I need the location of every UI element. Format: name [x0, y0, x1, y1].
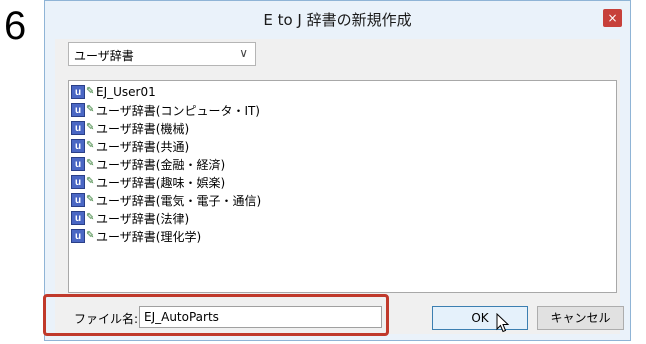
step-number: 6 — [4, 4, 27, 48]
list-item[interactable]: u ✎ ユーザ辞書(機械) — [71, 120, 189, 136]
file-name-input[interactable]: EJ_AutoParts — [139, 306, 382, 328]
file-name-label: ファイル名: — [74, 312, 139, 326]
list-item-label: ユーザ辞書(コンピュータ・IT) — [96, 103, 260, 118]
list-item[interactable]: u ✎ ユーザ辞書(金融・経済) — [71, 156, 225, 172]
dictionary-icon: u — [71, 175, 85, 189]
pencil-icon: ✎ — [86, 230, 95, 241]
dictionary-icon: u — [71, 85, 85, 99]
list-item-label: ユーザ辞書(法律) — [96, 211, 190, 226]
dictionary-type-value: ユーザ辞書 — [74, 49, 134, 63]
close-button[interactable]: × — [603, 9, 622, 27]
dialog-content: ユーザ辞書 ∨ u ✎ EJ_User01 u ✎ ユーザ辞書(コンピュータ・IT) u… — [55, 39, 620, 334]
pencil-icon: ✎ — [86, 104, 95, 115]
dictionary-icon: u — [71, 157, 85, 171]
list-item[interactable]: u ✎ ユーザ辞書(共通) — [71, 138, 189, 154]
pencil-icon: ✎ — [86, 212, 95, 223]
list-item[interactable]: u ✎ ユーザ辞書(法律) — [71, 210, 189, 226]
dictionary-icon: u — [71, 229, 85, 243]
pencil-icon: ✎ — [86, 194, 95, 205]
list-item-label: ユーザ辞書(金融・経済) — [96, 157, 226, 172]
dictionary-icon: u — [71, 121, 85, 135]
dictionary-type-select[interactable]: ユーザ辞書 ∨ — [68, 42, 256, 66]
list-item[interactable]: u ✎ EJ_User01 — [71, 84, 156, 100]
close-icon: × — [607, 11, 618, 25]
pencil-icon: ✎ — [86, 140, 95, 151]
list-item-label: ユーザ辞書(機械) — [96, 121, 190, 136]
list-item[interactable]: u ✎ ユーザ辞書(電気・電子・通信) — [71, 192, 261, 208]
cancel-button[interactable]: キャンセル — [537, 306, 624, 330]
list-item[interactable]: u ✎ ユーザ辞書(コンピュータ・IT) — [71, 102, 260, 118]
dialog-title: E to J 辞書の新規作成 — [263, 11, 412, 29]
dictionary-icon: u — [71, 103, 85, 117]
list-item[interactable]: u ✎ ユーザ辞書(理化学) — [71, 228, 201, 244]
list-item-label: ユーザ辞書(理化学) — [96, 229, 202, 244]
new-dictionary-dialog: E to J 辞書の新規作成 × ユーザ辞書 ∨ u ✎ EJ_User01 u ✎ ユ… — [44, 0, 631, 341]
dictionary-list[interactable]: u ✎ EJ_User01 u ✎ ユーザ辞書(コンピュータ・IT) u ✎ ユーザ辞書(機… — [68, 80, 617, 293]
ok-button[interactable]: OK — [432, 306, 528, 330]
pencil-icon: ✎ — [86, 122, 95, 133]
mouse-cursor-icon — [496, 313, 510, 333]
list-item-label: EJ_User01 — [96, 85, 156, 99]
dictionary-icon: u — [71, 193, 85, 207]
pencil-icon: ✎ — [86, 176, 95, 187]
title-bar[interactable]: E to J 辞書の新規作成 × — [45, 1, 630, 39]
list-item-label: ユーザ辞書(電気・電子・通信) — [96, 193, 262, 208]
list-item-label: ユーザ辞書(趣味・娯楽) — [96, 175, 226, 190]
pencil-icon: ✎ — [86, 158, 95, 169]
dictionary-icon: u — [71, 211, 85, 225]
dictionary-icon: u — [71, 139, 85, 153]
pencil-icon: ✎ — [86, 86, 95, 97]
chevron-down-icon: ∨ — [239, 46, 248, 60]
list-item[interactable]: u ✎ ユーザ辞書(趣味・娯楽) — [71, 174, 225, 190]
list-item-label: ユーザ辞書(共通) — [96, 139, 190, 154]
